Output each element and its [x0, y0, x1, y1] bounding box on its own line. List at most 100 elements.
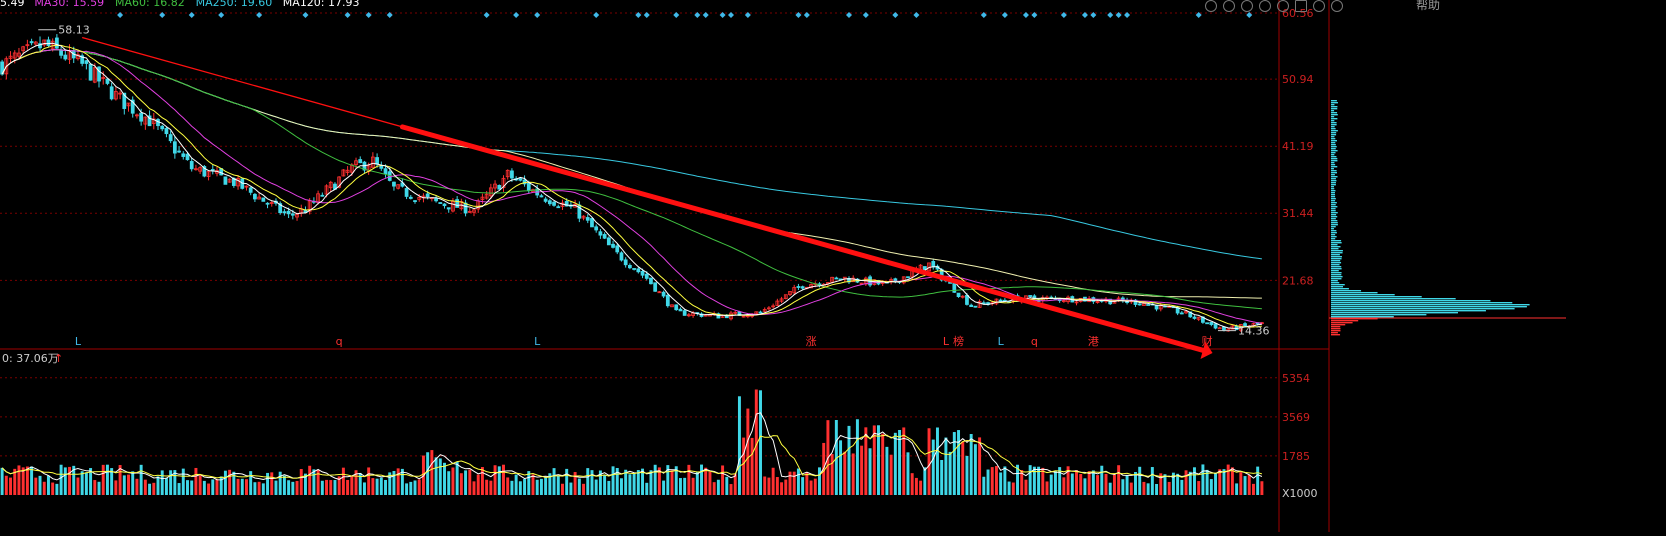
volume-bar [893, 432, 897, 495]
volume-bar [312, 469, 316, 495]
profile-bar [1331, 138, 1336, 140]
volume-bar [459, 473, 463, 495]
volume-bar [30, 466, 34, 495]
profile-bar [1331, 104, 1335, 106]
candle-body [585, 217, 590, 221]
signal-diamond [188, 12, 195, 18]
volume-bar [855, 419, 859, 495]
candle [392, 181, 396, 191]
volume-bar [687, 464, 691, 495]
event-marker: q [336, 335, 343, 348]
candle [168, 130, 173, 144]
volume-bar [586, 468, 590, 495]
candle-body [547, 200, 552, 205]
volume-bar [464, 470, 468, 495]
refresh-icon[interactable] [1277, 0, 1289, 12]
profile-bar [1331, 226, 1336, 228]
volume-bar [181, 468, 185, 495]
candle [320, 192, 325, 197]
candle [1045, 295, 1049, 301]
candle [1074, 300, 1079, 306]
eye-icon[interactable] [1205, 0, 1217, 12]
profile-bar [1331, 230, 1337, 232]
profile-bar [1331, 100, 1337, 102]
volume-bar [881, 433, 885, 495]
candle-body [438, 202, 443, 204]
candle [556, 204, 561, 209]
volume-bar [923, 467, 927, 495]
candle-body [497, 184, 502, 190]
candle [771, 303, 776, 309]
volume-bar [502, 464, 505, 495]
volume-bar [438, 458, 442, 495]
candle [1179, 311, 1184, 315]
candle [156, 117, 160, 131]
event-marker: q [1031, 335, 1038, 348]
zoom-in-icon[interactable] [1313, 0, 1325, 12]
profile-bar [1331, 272, 1342, 274]
circle-icon[interactable] [1259, 0, 1271, 12]
profile-bar [1331, 120, 1335, 122]
help-icon[interactable] [1241, 0, 1253, 12]
volume-bar [1007, 481, 1011, 495]
profile-bar [1331, 298, 1456, 300]
volume-bar [55, 483, 59, 495]
profile-bar [1331, 332, 1338, 334]
signal-diamond [913, 12, 920, 18]
candle [480, 193, 485, 204]
volume-bar [266, 472, 270, 495]
candle [733, 310, 738, 315]
volume-bar [965, 455, 969, 495]
profile-bar [1331, 150, 1338, 152]
candle-body [510, 170, 514, 179]
candle-body [644, 273, 649, 279]
candle [248, 186, 253, 196]
volume-bar [34, 477, 38, 495]
volume-bar [914, 477, 918, 495]
volume-bar [628, 474, 632, 495]
candle [59, 47, 63, 59]
zoom-out-icon[interactable] [1331, 0, 1343, 12]
profile-bar [1331, 196, 1336, 198]
volume-bar [333, 480, 337, 495]
kline-chart[interactable]: 60.56 50.94 41.19 31.44 21.68 5354 3569 1785 X10… [0, 0, 1666, 532]
volume-bar [1062, 477, 1066, 495]
volume-bar [1239, 472, 1243, 495]
volume-bar [518, 481, 522, 495]
candle [611, 240, 615, 249]
square-icon[interactable] [1295, 0, 1307, 12]
volume-bar [935, 427, 939, 495]
volume-bar [603, 475, 607, 495]
profile-bar [1331, 182, 1336, 184]
candle [227, 178, 232, 183]
candle [109, 82, 114, 101]
volume-bar [843, 451, 847, 495]
candle-body [1146, 304, 1151, 306]
settings-icon[interactable] [1223, 0, 1235, 12]
candle-body [46, 39, 51, 46]
volume-bar [796, 468, 800, 495]
candle [253, 193, 257, 202]
profile-bar [1331, 268, 1342, 270]
chart-canvas[interactable]: 60.5650.9441.1931.4421.68535435691785X10… [0, 0, 1666, 532]
volume-bar [531, 474, 535, 495]
profile-bar [1331, 144, 1336, 146]
candle [670, 304, 674, 308]
profile-bar [1331, 212, 1338, 214]
signal-diamond [302, 12, 309, 18]
volume-bar [864, 427, 868, 495]
volume-bar [611, 466, 615, 495]
profile-bar [1331, 210, 1336, 212]
volume-bar [80, 471, 84, 495]
volume-bar [716, 479, 720, 495]
candle-body [682, 310, 687, 316]
volume-bar [784, 479, 788, 495]
candle [206, 171, 211, 181]
volume-bar [186, 480, 189, 495]
help-menu[interactable]: 帮助 [1416, 0, 1440, 13]
candle [998, 298, 1003, 302]
volume-bar [455, 461, 459, 495]
profile-bar [1331, 320, 1359, 322]
profile-bar [1331, 198, 1336, 200]
candle [160, 124, 165, 132]
